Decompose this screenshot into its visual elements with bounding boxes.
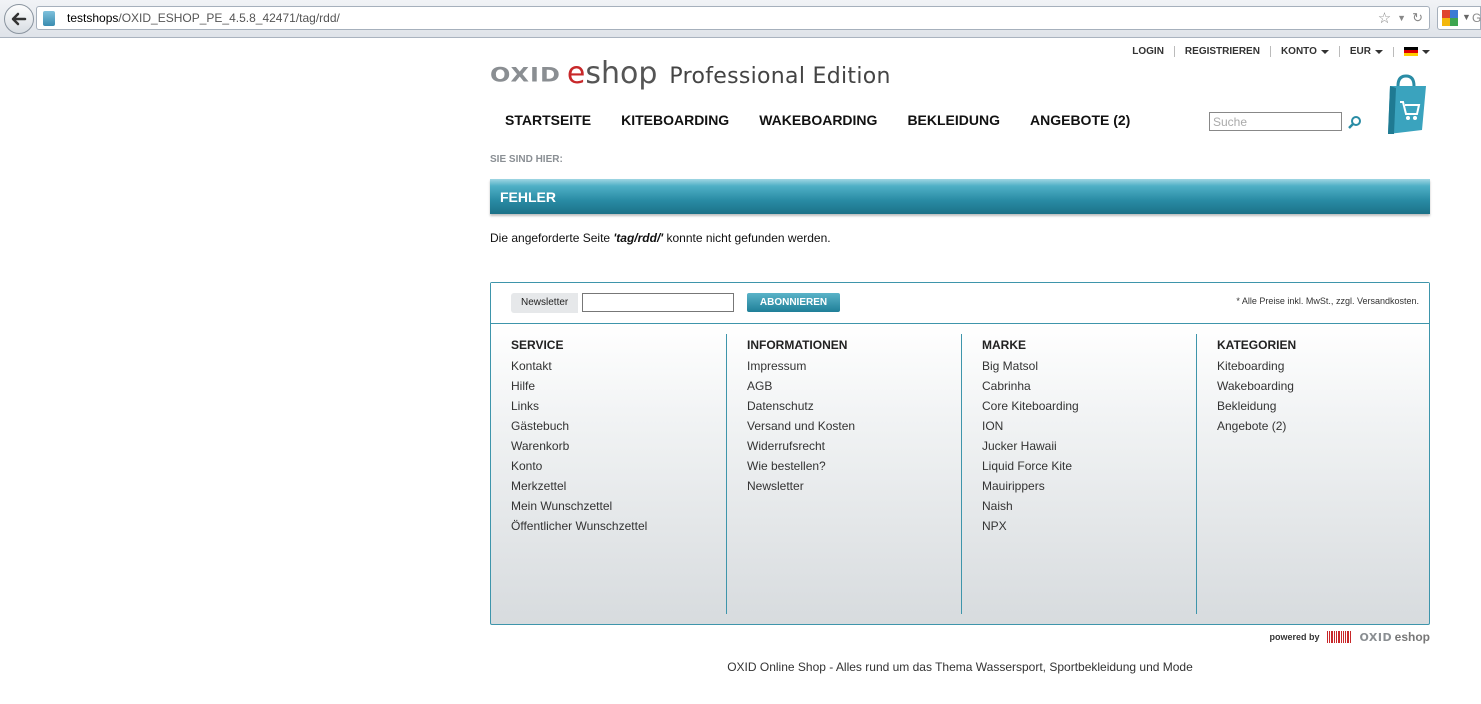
chevron-down-icon	[1422, 49, 1430, 54]
footer-link[interactable]: Liquid Force Kite	[982, 458, 1196, 478]
footer-link[interactable]: Big Matsol	[982, 358, 1196, 378]
footer-link[interactable]: Gästebuch	[511, 418, 726, 438]
nav-item-kiteboarding[interactable]: KITEBOARDING	[606, 112, 744, 128]
footer-link[interactable]: Öffentlicher Wunschzettel	[511, 518, 726, 538]
german-flag-icon	[1404, 46, 1418, 57]
footer-link[interactable]: Widerrufsrecht	[747, 438, 961, 458]
browser-toolbar: testshops/OXID_ESHOP_PE_4.5.8_42471/tag/…	[0, 0, 1481, 38]
account-menu[interactable]: KONTO	[1269, 46, 1339, 57]
footer-link[interactable]: Mein Wunschzettel	[511, 498, 726, 518]
footer-link[interactable]: Datenschutz	[747, 398, 961, 418]
footer-link[interactable]: Naish	[982, 498, 1196, 518]
footer-link[interactable]: Cabrinha	[982, 378, 1196, 398]
search-engine-text: G	[1472, 11, 1481, 25]
footer-link[interactable]: Hilfe	[511, 378, 726, 398]
subscribe-button[interactable]: ABONNIEREN	[747, 293, 840, 312]
currency-menu[interactable]: EUR	[1338, 46, 1393, 57]
page-title: FEHLER	[490, 179, 1430, 214]
back-button[interactable]	[4, 4, 34, 34]
footer-link[interactable]: AGB	[747, 378, 961, 398]
column-title: MARKE	[982, 338, 1026, 352]
search-engine-box[interactable]: ▼ G	[1437, 6, 1481, 30]
footer-column-kategorien: KATEGORIEN Kiteboarding Wakeboarding Bek…	[1196, 334, 1431, 614]
column-title: INFORMATIONEN	[747, 338, 848, 352]
footer-link[interactable]: Mauirippers	[982, 478, 1196, 498]
chevron-down-icon	[1320, 49, 1329, 54]
nav-item-bekleidung[interactable]: BEKLEIDUNG	[892, 112, 1015, 128]
bookmark-star-icon[interactable]: ☆	[1378, 9, 1391, 27]
engine-dropdown-icon[interactable]: ▼	[1462, 12, 1471, 22]
footer-column-informationen: INFORMATIONEN Impressum AGB Datenschutz …	[726, 334, 961, 614]
powered-by-label: powered by	[1269, 632, 1320, 642]
search-icon[interactable]	[1348, 115, 1362, 129]
footer-link[interactable]: Wakeboarding	[1217, 378, 1431, 398]
column-title: SERVICE	[511, 338, 564, 352]
nav-item-angebote[interactable]: ANGEBOTE (2)	[1015, 112, 1145, 128]
footer-box: Newsletter ABONNIEREN * Alle Preise inkl…	[490, 282, 1430, 625]
footer-link[interactable]: Wie bestellen?	[747, 458, 961, 478]
nav-item-wakeboarding[interactable]: WAKEBOARDING	[744, 112, 892, 128]
main-navigation: STARTSEITE KITEBOARDING WAKEBOARDING BEK…	[490, 112, 1145, 128]
footer-column-service: SERVICE Kontakt Hilfe Links Gästebuch Wa…	[491, 334, 726, 614]
footer-link[interactable]: Angebote (2)	[1217, 418, 1431, 438]
shopping-bag-icon[interactable]	[1382, 74, 1430, 136]
newsletter-label: Newsletter	[511, 293, 579, 313]
column-title: KATEGORIEN	[1217, 338, 1297, 352]
nav-item-startseite[interactable]: STARTSEITE	[490, 112, 606, 128]
google-icon	[1442, 10, 1458, 26]
register-link[interactable]: REGISTRIEREN	[1173, 46, 1270, 57]
footer-link[interactable]: Warenkorb	[511, 438, 726, 458]
url-text: testshops/OXID_ESHOP_PE_4.5.8_42471/tag/…	[67, 11, 340, 25]
footer-link[interactable]: Bekleidung	[1217, 398, 1431, 418]
footer-tagline: OXID Online Shop - Alles rund um das The…	[727, 660, 1193, 674]
breadcrumb: SIE SIND HIER:	[490, 154, 563, 165]
service-menu: LOGIN REGISTRIEREN KONTO EUR	[1122, 46, 1430, 57]
footer-link[interactable]: NPX	[982, 518, 1196, 538]
footer-link[interactable]: Merkzettel	[511, 478, 726, 498]
footer-link[interactable]: Kontakt	[511, 358, 726, 378]
footer-link[interactable]: Kiteboarding	[1217, 358, 1431, 378]
footer-link[interactable]: Core Kiteboarding	[982, 398, 1196, 418]
chevron-down-icon	[1375, 49, 1383, 54]
search-form	[1209, 112, 1362, 131]
footer-link[interactable]: Jucker Hawaii	[982, 438, 1196, 458]
search-input[interactable]	[1209, 112, 1342, 131]
footer-column-marke: MARKE Big Matsol Cabrinha Core Kiteboard…	[961, 334, 1196, 614]
footer-link[interactable]: Links	[511, 398, 726, 418]
error-message: Die angeforderte Seite 'tag/rdd/' konnte…	[490, 231, 831, 245]
barcode-icon	[1327, 631, 1352, 643]
login-link[interactable]: LOGIN	[1122, 46, 1174, 57]
newsletter-email-input[interactable]	[582, 293, 734, 312]
newsletter-row: Newsletter ABONNIEREN * Alle Preise inkl…	[491, 283, 1429, 324]
footer-link[interactable]: Impressum	[747, 358, 961, 378]
footer-link[interactable]: Konto	[511, 458, 726, 478]
language-menu[interactable]	[1393, 46, 1430, 57]
footer-columns: SERVICE Kontakt Hilfe Links Gästebuch Wa…	[491, 324, 1429, 624]
shop-logo[interactable]: OXID e shop Professional Edition	[490, 56, 891, 91]
reload-icon[interactable]: ↻	[1412, 10, 1423, 26]
price-note: * Alle Preise inkl. MwSt., zzgl. Versand…	[1236, 296, 1419, 306]
footer-link[interactable]: Newsletter	[747, 478, 961, 498]
back-arrow-icon	[11, 12, 27, 26]
history-dropdown-icon[interactable]: ▼	[1397, 13, 1406, 23]
address-bar[interactable]: testshops/OXID_ESHOP_PE_4.5.8_42471/tag/…	[36, 6, 1430, 30]
site-favicon-icon	[43, 11, 55, 26]
footer-link[interactable]: Versand und Kosten	[747, 418, 961, 438]
footer-link[interactable]: ION	[982, 418, 1196, 438]
powered-by[interactable]: powered by OXID eshop	[1269, 630, 1430, 644]
